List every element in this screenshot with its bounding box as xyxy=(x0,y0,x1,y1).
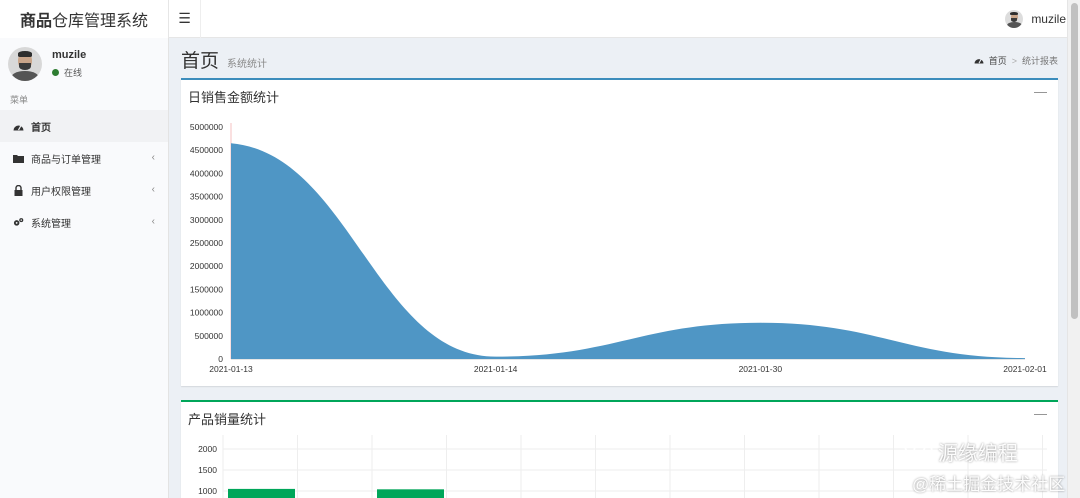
y-tick-label: 3000000 xyxy=(190,215,223,225)
page-scrollbar[interactable] xyxy=(1067,0,1080,498)
app-logo[interactable]: 商品 仓库管理系统 xyxy=(0,0,169,38)
chevron-left-icon: ‹ xyxy=(151,152,155,163)
hamburger-icon: ☰ xyxy=(178,10,191,26)
sidebar-item-goods-orders[interactable]: 商品与订单管理 ‹ xyxy=(0,142,168,174)
y-tick-label: 1000000 xyxy=(190,308,223,318)
top-user-name: muzile xyxy=(1031,11,1066,26)
sidebar-item-label: 系统管理 xyxy=(31,218,71,230)
scrollbar-thumb[interactable] xyxy=(1071,3,1078,319)
sales-bar xyxy=(228,488,295,498)
daily-sales-box: 日销售金额统计 — 5000000 4500000 4000000 3500000 30… xyxy=(181,78,1058,386)
y-tick-label: 1500 xyxy=(198,465,217,475)
sidebar-item-user-permissions[interactable]: 用户权限管理 ‹ xyxy=(0,174,168,206)
sidebar-item-system[interactable]: 系统管理 ‹ xyxy=(0,206,168,238)
y-tick-label: 1000 xyxy=(198,486,217,496)
y-tick-label: 5000000 xyxy=(190,122,223,132)
content-header: 首页 系统统计 首页 > 统计报表 xyxy=(181,46,1058,74)
sidebar-item-label: 首页 xyxy=(31,122,51,134)
sidebar-item-home[interactable]: 首页 xyxy=(0,110,168,142)
x-tick-label: 2021-01-14 xyxy=(474,364,518,374)
folder-icon xyxy=(13,154,24,163)
daily-sales-chart: 5000000450000040000003500000300000025000… xyxy=(190,122,1047,374)
online-status-dot-icon xyxy=(52,69,59,76)
y-tick-label: 2000000 xyxy=(190,261,223,271)
y-tick-label: 3500000 xyxy=(190,192,223,202)
breadcrumb-separator: > xyxy=(1011,55,1017,66)
y-tick-label: 4500000 xyxy=(190,145,223,155)
wechat-icon xyxy=(904,436,934,466)
gears-icon xyxy=(13,217,24,227)
user-status: 在线 xyxy=(52,66,86,79)
menu-header: 菜单 xyxy=(10,95,29,105)
y-tick-label: 4000000 xyxy=(190,168,223,178)
y-tick-label: 1500000 xyxy=(190,284,223,294)
avatar xyxy=(8,47,42,81)
x-tick-label: 2021-02-01 xyxy=(1003,364,1047,374)
y-tick-label: 500000 xyxy=(195,331,224,341)
app-title-rest: 仓库管理系统 xyxy=(52,13,149,30)
y-tick-label: 2500000 xyxy=(190,238,223,248)
sales-area-series xyxy=(231,143,1025,359)
app-title-bold: 商品 xyxy=(19,13,52,30)
lock-icon xyxy=(13,184,24,196)
breadcrumb-home-link[interactable]: 首页 xyxy=(989,54,1007,67)
sidebar-toggle-button[interactable]: ☰ xyxy=(169,0,201,38)
top-navbar: ☰ muzile xyxy=(169,0,1080,38)
chevron-left-icon: ‹ xyxy=(151,216,155,227)
page-subtitle: 系统统计 xyxy=(227,59,268,70)
watermark-source: @稀土掘金技术社区 xyxy=(912,475,1066,494)
sidebar: muzile 在线 菜单 首页 商品与订单管理 ‹ 用户权限管理 ‹ 系统管理 … xyxy=(0,38,169,498)
x-tick-label: 2021-01-30 xyxy=(739,364,783,374)
user-panel: muzile 在线 xyxy=(0,38,168,90)
watermark-text: 源缘编程 xyxy=(938,442,1018,465)
avatar xyxy=(1005,9,1024,28)
dashboard-icon xyxy=(13,122,24,131)
y-tick-label: 0 xyxy=(218,354,223,364)
watermark: 源缘编程 xyxy=(904,436,1018,466)
breadcrumb: 首页 > 统计报表 xyxy=(974,54,1058,67)
dashboard-icon xyxy=(974,56,984,66)
sales-bar xyxy=(377,489,444,498)
sidebar-user-name: muzile xyxy=(52,49,87,61)
chevron-left-icon: ‹ xyxy=(151,184,155,195)
page-title: 首页 xyxy=(181,51,220,72)
top-user-menu[interactable]: muzile xyxy=(1005,9,1066,28)
x-tick-label: 2021-01-13 xyxy=(209,364,253,374)
y-tick-label: 2000 xyxy=(198,444,217,454)
breadcrumb-current: 统计报表 xyxy=(1021,56,1058,66)
sidebar-item-label: 用户权限管理 xyxy=(31,186,91,198)
sidebar-item-label: 商品与订单管理 xyxy=(31,154,101,166)
user-status-label: 在线 xyxy=(64,68,83,78)
